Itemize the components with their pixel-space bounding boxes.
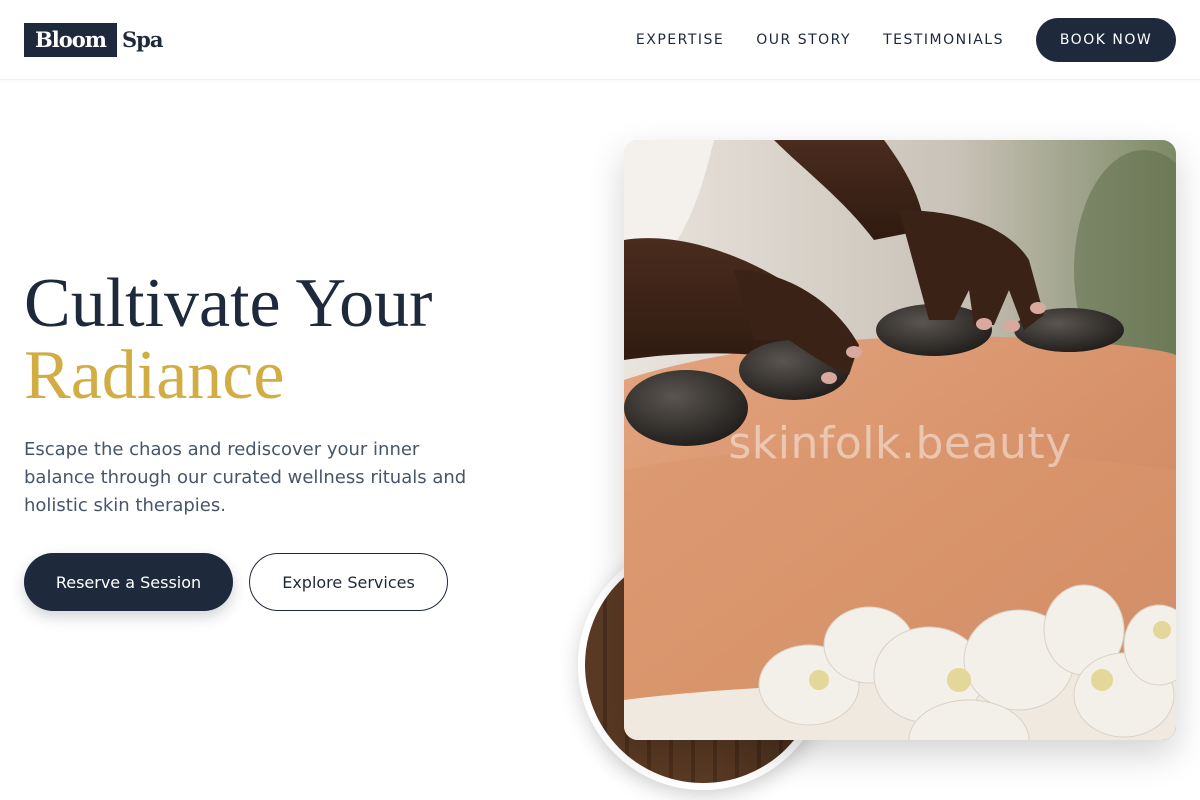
site-header: Bloom Spa EXPERTISE OUR STORY TESTIMONIA… (0, 0, 1200, 80)
main-nav: EXPERTISE OUR STORY TESTIMONIALS BOOK NO… (636, 17, 1176, 62)
logo-text: Spa (121, 27, 163, 52)
book-now-button[interactable]: BOOK NOW (1036, 17, 1176, 62)
hero-title: Cultivate Your Radiance (24, 268, 584, 412)
hero-description: Escape the chaos and rediscover your inn… (24, 439, 467, 516)
hero-title-accent: Radiance (24, 337, 285, 414)
hero-title-line1: Cultivate Your (24, 265, 433, 342)
logo-box-text: Bloom (24, 22, 117, 57)
nav-link-testimonials[interactable]: TESTIMONIALS (883, 32, 1004, 48)
brand-logo[interactable]: Bloom Spa (24, 22, 163, 57)
image-watermark: skinfolk.beauty (728, 418, 1072, 469)
hot-stone-massage-image: skinfolk.beauty (624, 140, 1176, 740)
reserve-session-button[interactable]: Reserve a Session (24, 553, 233, 611)
explore-services-button[interactable]: Explore Services (249, 553, 448, 611)
nav-link-expertise[interactable]: EXPERTISE (636, 32, 724, 48)
nav-link-our-story[interactable]: OUR STORY (756, 32, 851, 48)
